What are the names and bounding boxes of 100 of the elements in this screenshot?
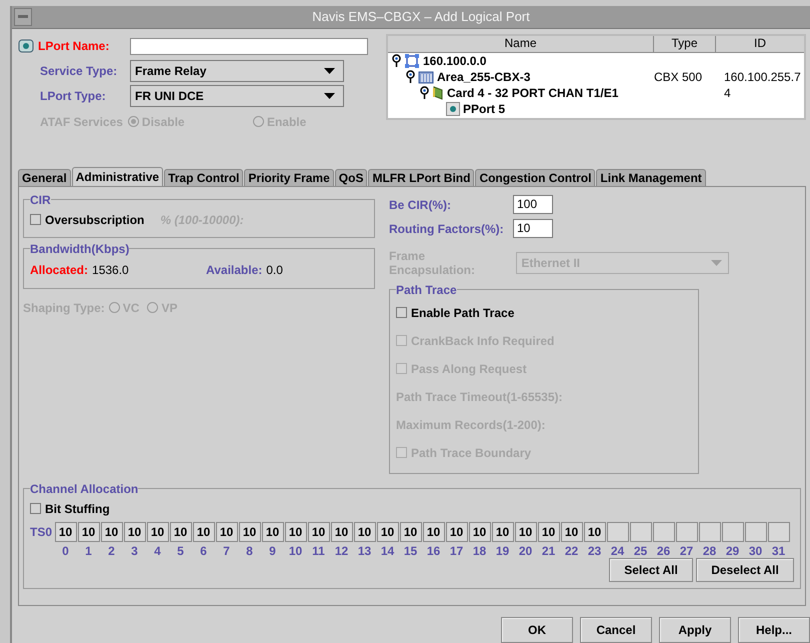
time-slot-field[interactable]: 10 [192,522,214,542]
time-slot-field[interactable] [722,522,744,542]
time-slot-field[interactable]: 10 [146,522,168,542]
group-title: CIR [30,192,51,207]
field-label: LPort Name: [38,39,110,54]
time-slot-field[interactable]: 10 [446,522,468,542]
slot-number: 7 [223,544,230,558]
time-slot-field[interactable]: 10 [262,522,284,542]
port-icon [18,39,34,54]
time-slot-field[interactable]: 10 [584,522,606,542]
tab[interactable]: Administrative [72,166,164,186]
time-slot-field[interactable] [698,522,720,542]
slot-number: 28 [702,544,716,558]
tab[interactable]: Priority Frame [244,168,334,186]
slot-number: 5 [177,544,184,558]
time-slot-field[interactable]: 10 [216,522,238,542]
tab[interactable]: QoS [334,168,368,186]
time-slot-field[interactable] [744,522,766,542]
time-slot-field[interactable]: 10 [124,522,146,542]
slot-number: 16 [426,544,440,558]
checkbox[interactable] [30,503,41,514]
checkbox-label: Oversubscription [45,212,144,227]
checkbox-label: Enable Path Trace [411,306,514,320]
time-slot-field[interactable]: 10 [354,522,376,542]
time-slot-field[interactable]: 10 [78,522,100,542]
action-button[interactable]: Deselect All [696,558,794,582]
dialog-button[interactable]: Cancel [580,617,652,643]
time-slot-field[interactable] [652,522,674,542]
time-slot-field[interactable]: 10 [514,522,536,542]
column-header[interactable]: Type [654,36,716,52]
checkbox-label: Bit Stuffing [45,502,110,516]
time-slot-field[interactable] [676,522,698,542]
time-slot-field[interactable]: 10 [560,522,582,542]
expand-handle-icon[interactable] [406,70,415,84]
tab[interactable]: General [18,168,71,186]
time-slot-field[interactable]: 10 [238,522,260,542]
slot-number: 3 [131,544,138,558]
tree-node-label[interactable]: PPort 5 [463,102,506,116]
checkbox[interactable] [30,214,41,226]
slot-number: 10 [288,544,302,558]
time-slot-field[interactable]: 10 [400,522,422,542]
tree-node-label[interactable]: Card 4 - 32 PORT CHAN T1/E1 [447,86,618,100]
time-slot-field[interactable]: 10 [284,522,306,542]
slot-number: 21 [542,544,556,558]
field-label: LPort Type: [40,89,106,104]
tab[interactable]: MLFR LPort Bind [368,168,474,186]
dialog-button[interactable]: Apply [659,617,731,643]
slot-number: 31 [772,544,786,558]
time-slot-field[interactable]: 10 [538,522,560,542]
time-slot-field[interactable]: 10 [468,522,490,542]
tree-node-label[interactable]: 160.100.0.0 [423,54,486,68]
slot-number: 17 [450,544,464,558]
tab[interactable]: Trap Control [164,168,244,186]
slot-number: 19 [496,544,510,558]
time-slot-field[interactable]: 10 [170,522,192,542]
group-title: Path Trace [396,282,457,297]
time-slot-field[interactable]: 10 [100,522,122,542]
group-title: Bandwidth(Kbps) [30,242,130,256]
expand-handle-icon[interactable] [420,86,429,100]
available-label: Available: [206,262,262,277]
dialog-button[interactable]: Help... [738,617,810,643]
time-slot-field[interactable]: 10 [376,522,398,542]
tree-node-label[interactable]: Area_255-CBX-3 [437,70,530,84]
tab[interactable]: Congestion Control [475,168,596,186]
dropdown-arrow-icon [711,260,722,266]
slot-number: 29 [726,544,740,558]
column-header[interactable]: Name [388,36,654,52]
lport-name-field[interactable] [130,38,368,55]
slot-number: 11 [312,544,325,558]
expand-handle-icon[interactable] [392,54,401,68]
slot-number: 4 [154,544,161,558]
time-slot-field[interactable]: 10 [330,522,352,542]
table-cell: CBX 500 [654,70,702,84]
time-slot-field[interactable]: 10 [492,522,514,542]
time-slot-field[interactable]: 10 [308,522,330,542]
dropdown-arrow-icon [324,68,335,74]
time-slot-field[interactable]: 10 [54,522,76,542]
column-header[interactable]: ID [716,36,804,52]
routing-factors-field[interactable]: 10 [513,219,553,238]
time-slot-field[interactable] [630,522,652,542]
dialog-button[interactable]: OK [501,617,573,643]
be-cir-label: Be CIR(%): [389,198,452,212]
slot-number: 12 [334,544,348,558]
slot-number: 23 [588,544,602,558]
checkbox[interactable] [396,307,407,318]
time-slot-field[interactable] [768,522,790,542]
window-menu-button[interactable] [14,8,32,26]
available-value: 0.0 [266,262,283,277]
slot-number: 14 [380,544,394,558]
slot-number: 20 [518,544,532,558]
slot-number: 24 [610,544,624,558]
tab[interactable]: Link Management [596,168,706,186]
dropdown[interactable]: Frame Relay [130,60,344,82]
time-slot-field[interactable] [606,522,628,542]
action-button[interactable]: Select All [609,558,693,582]
table-cell: 4 [724,86,731,100]
time-slot-field[interactable]: 10 [422,522,444,542]
dropdown[interactable]: FR UNI DCE [130,85,344,108]
allocated-value: 1536.0 [92,262,129,277]
be-cir-field[interactable]: 100 [513,195,553,214]
